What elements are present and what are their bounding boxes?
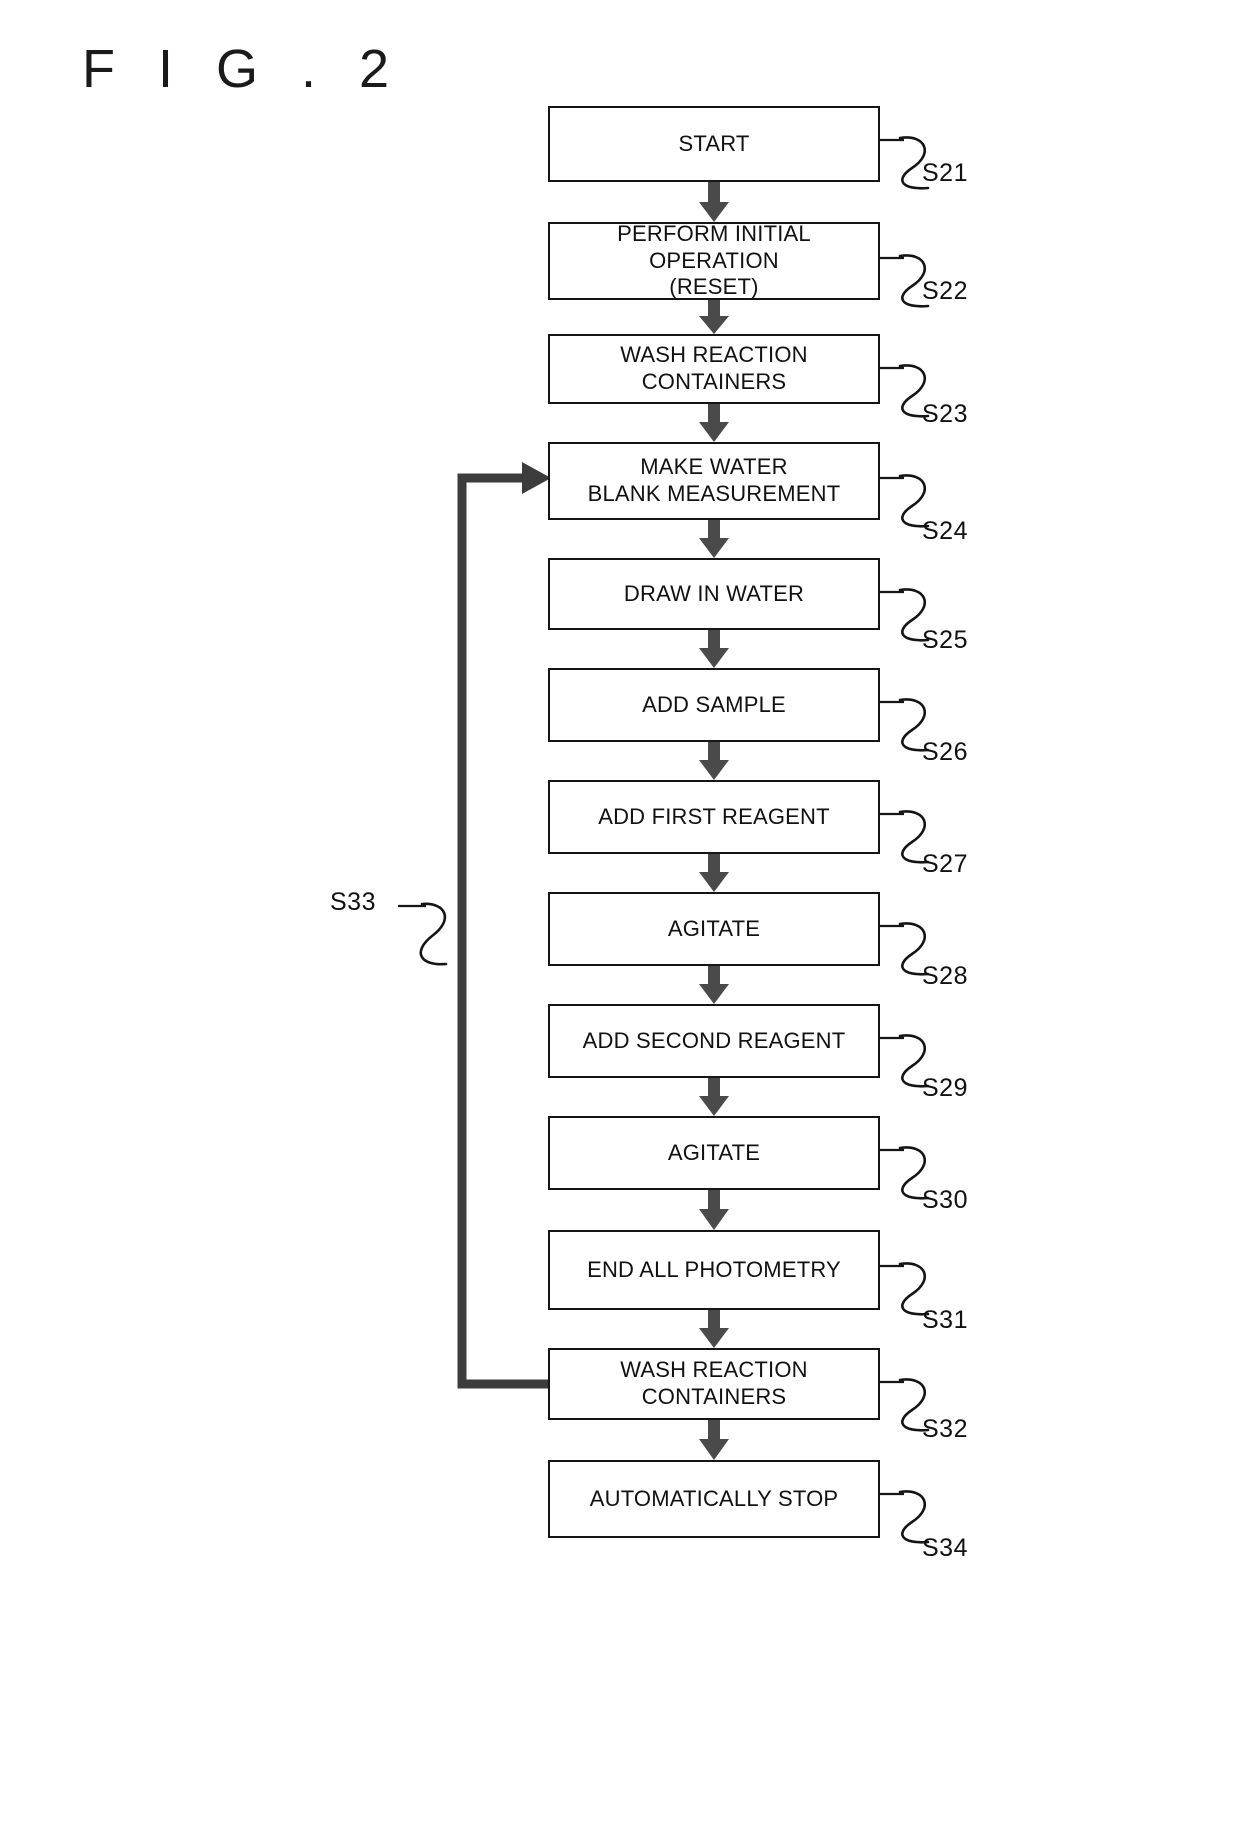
- step-label-s33: S33: [330, 888, 376, 916]
- node-perform-initial-operation: PERFORM INITIAL OPERATION (RESET): [548, 220, 880, 300]
- leader-s33: [398, 900, 468, 980]
- step-label-s25: S25: [922, 626, 968, 654]
- figure-page: F I G . 2 S33 START S21 PERFORM INITIAL …: [0, 0, 1240, 1824]
- node-label: AGITATE: [667, 915, 761, 941]
- node-label: PERFORM INITIAL OPERATION (RESET): [617, 220, 811, 300]
- step-label-s22: S22: [922, 277, 968, 305]
- arrow-s23-s24: [699, 404, 729, 442]
- node-wash-reaction-containers-1: WASH REACTION CONTAINERS: [548, 334, 880, 404]
- step-label-s24: S24: [922, 517, 968, 545]
- arrow-s27-s28: [699, 854, 729, 892]
- step-label-s31: S31: [922, 1306, 968, 1334]
- node-start: START: [548, 106, 880, 182]
- node-label: AGITATE: [667, 1139, 761, 1165]
- arrow-s24-s25: [699, 520, 729, 558]
- step-label-s26: S26: [922, 738, 968, 766]
- figure-title: F I G . 2: [82, 39, 404, 99]
- node-label: ADD SECOND REAGENT: [582, 1027, 846, 1053]
- node-agitate-2: AGITATE: [548, 1116, 880, 1190]
- arrow-s25-s26: [699, 630, 729, 668]
- step-label-s34: S34: [922, 1534, 968, 1562]
- arrow-s32-s34: [699, 1420, 729, 1460]
- node-draw-in-water: DRAW IN WATER: [548, 558, 880, 630]
- arrow-s28-s29: [699, 966, 729, 1004]
- node-label: ADD SAMPLE: [642, 691, 786, 717]
- node-label: END ALL PHOTOMETRY: [587, 1256, 841, 1282]
- node-add-sample: ADD SAMPLE: [548, 668, 880, 742]
- step-label-s32: S32: [922, 1415, 968, 1443]
- node-wash-reaction-containers-2: WASH REACTION CONTAINERS: [548, 1348, 880, 1420]
- node-label: WASH REACTION CONTAINERS: [620, 342, 808, 394]
- arrow-s22-s23: [699, 300, 729, 334]
- node-label: AUTOMATICALLY STOP: [589, 1485, 839, 1511]
- node-add-first-reagent: ADD FIRST REAGENT: [548, 780, 880, 854]
- arrow-s21-s22: [699, 182, 729, 222]
- node-label: WASH REACTION CONTAINERS: [620, 1357, 808, 1409]
- step-label-s21: S21: [922, 159, 968, 187]
- arrow-s30-s31: [699, 1190, 729, 1230]
- step-label-s23: S23: [922, 400, 968, 428]
- node-label: START: [678, 130, 750, 156]
- step-label-s30: S30: [922, 1186, 968, 1214]
- step-label-s29: S29: [922, 1074, 968, 1102]
- node-label: DRAW IN WATER: [623, 580, 805, 606]
- node-agitate-1: AGITATE: [548, 892, 880, 966]
- step-label-s27: S27: [922, 850, 968, 878]
- node-make-water-blank-measurement: MAKE WATER BLANK MEASUREMENT: [548, 442, 880, 520]
- step-label-s28: S28: [922, 962, 968, 990]
- node-end-all-photometry: END ALL PHOTOMETRY: [548, 1230, 880, 1310]
- arrow-s31-s32: [699, 1310, 729, 1348]
- node-label: MAKE WATER BLANK MEASUREMENT: [587, 454, 841, 506]
- node-automatically-stop: AUTOMATICALLY STOP: [548, 1460, 880, 1538]
- node-add-second-reagent: ADD SECOND REAGENT: [548, 1004, 880, 1078]
- arrow-s26-s27: [699, 742, 729, 780]
- arrow-s29-s30: [699, 1078, 729, 1116]
- node-label: ADD FIRST REAGENT: [598, 803, 830, 829]
